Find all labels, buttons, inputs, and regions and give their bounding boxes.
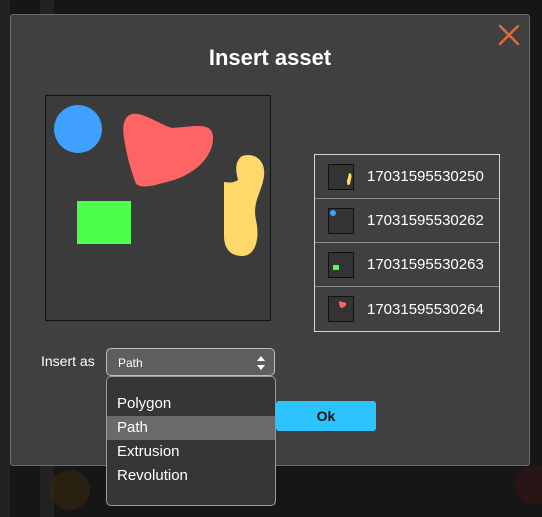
yellow-path-shape (224, 154, 265, 256)
ok-button[interactable]: Ok (276, 401, 376, 431)
insert-as-dropdown: Polygon Path Extrusion Revolution (106, 376, 276, 506)
select-arrows-icon (257, 356, 265, 370)
asset-item[interactable]: 17031595530264 (315, 287, 499, 331)
option-path[interactable]: Path (107, 416, 275, 440)
option-polygon[interactable]: Polygon (107, 392, 275, 416)
close-icon (498, 24, 520, 46)
asset-thumbnail (328, 207, 354, 234)
red-blob-shape (123, 113, 214, 187)
asset-thumbnail (328, 163, 354, 190)
close-button[interactable] (498, 24, 520, 46)
asset-name: 17031595530250 (367, 168, 484, 185)
asset-thumbnail (328, 251, 354, 278)
insert-as-label: Insert as (41, 353, 95, 369)
asset-name: 17031595530263 (367, 256, 484, 273)
backdrop-shape (50, 470, 90, 510)
blue-circle-shape (54, 105, 102, 153)
asset-preview (45, 95, 271, 321)
insert-as-value: Path (118, 356, 143, 370)
asset-list: 17031595530250 17031595530262 1703159553… (314, 154, 500, 332)
asset-name: 17031595530262 (367, 212, 484, 229)
backdrop-shape (515, 465, 542, 505)
asset-item[interactable]: 17031595530250 (315, 155, 499, 199)
option-revolution[interactable]: Revolution (107, 464, 275, 488)
green-rect-shape (77, 201, 131, 244)
asset-item[interactable]: 17031595530262 (315, 199, 499, 243)
option-extrusion[interactable]: Extrusion (107, 440, 275, 464)
dialog-title: Insert asset (208, 45, 332, 70)
insert-as-select[interactable]: Path (106, 348, 275, 376)
backdrop-stripe (0, 0, 10, 517)
asset-name: 17031595530264 (367, 300, 484, 318)
asset-thumbnail (328, 296, 354, 322)
asset-item[interactable]: 17031595530263 (315, 243, 499, 287)
